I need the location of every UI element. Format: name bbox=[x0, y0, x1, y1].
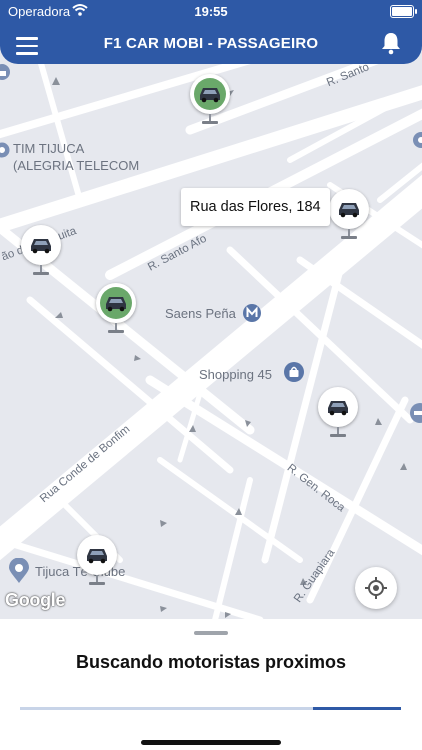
progress-fill bbox=[313, 707, 401, 710]
car-icon bbox=[328, 401, 348, 416]
car-marker[interactable] bbox=[77, 535, 117, 589]
car-icon bbox=[339, 203, 359, 218]
google-logo: Google bbox=[5, 590, 66, 610]
place-label-saens-pena: Saens Peña bbox=[165, 306, 236, 321]
car-icon bbox=[87, 549, 107, 564]
sheet-grabber[interactable] bbox=[194, 631, 228, 635]
status-time: 19:55 bbox=[194, 4, 228, 19]
status-bar: Operadora 19:55 bbox=[0, 0, 422, 24]
car-icon bbox=[106, 297, 126, 312]
car-marker[interactable] bbox=[329, 189, 369, 243]
battery-tip bbox=[415, 9, 417, 14]
address-tooltip[interactable]: Rua das Flores, 184 bbox=[181, 188, 330, 226]
place-label-tim-1: TIM TIJUCA bbox=[13, 141, 85, 156]
car-marker[interactable] bbox=[318, 387, 358, 441]
map-view[interactable]: TIM TIJUCA (ALEGRIA TELECOM Saens Peña S… bbox=[0, 0, 422, 619]
place-label-shopping: Shopping 45 bbox=[199, 367, 273, 382]
home-indicator[interactable] bbox=[141, 740, 281, 745]
edge-hotel-icon bbox=[410, 403, 422, 423]
metro-icon bbox=[243, 304, 261, 322]
place-pin-icon bbox=[9, 558, 29, 583]
edge-pin-icon bbox=[0, 142, 10, 158]
edge-pin-right-icon bbox=[413, 132, 422, 148]
battery-icon bbox=[390, 5, 414, 18]
page-title: F1 CAR MOBI - PASSAGEIRO bbox=[103, 35, 319, 52]
my-location-button[interactable] bbox=[355, 567, 397, 609]
car-marker-active[interactable] bbox=[96, 283, 136, 337]
shopping-bag-icon bbox=[284, 362, 304, 382]
car-icon bbox=[200, 88, 220, 103]
car-marker[interactable] bbox=[21, 225, 61, 279]
searching-message: Buscando motoristas proximos bbox=[75, 652, 347, 672]
search-progress-bar bbox=[20, 707, 401, 710]
crosshair-icon bbox=[365, 577, 387, 599]
car-marker-active[interactable] bbox=[190, 74, 230, 128]
car-icon bbox=[31, 239, 51, 254]
notifications-button[interactable] bbox=[380, 31, 402, 57]
edge-bag-icon bbox=[0, 64, 10, 80]
bell-icon bbox=[382, 33, 400, 55]
bottom-sheet: Buscando motoristas proximos bbox=[0, 619, 422, 750]
app-header: F1 CAR MOBI - PASSAGEIRO bbox=[0, 24, 422, 64]
place-label-tim-2: (ALEGRIA TELECOM bbox=[13, 158, 140, 173]
hamburger-icon bbox=[16, 52, 38, 55]
